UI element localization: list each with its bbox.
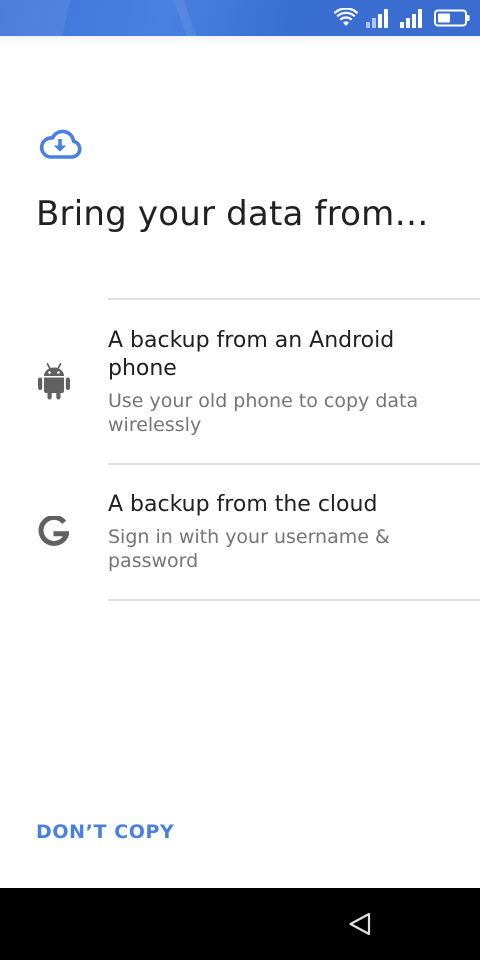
- status-icons: [334, 7, 470, 29]
- option-subtitle: Use your old phone to copy data wireless…: [108, 390, 419, 436]
- divider: [108, 599, 480, 601]
- dont-copy-button[interactable]: DON’T COPY: [36, 821, 174, 843]
- battery-icon: [434, 9, 470, 27]
- cloud-download-icon: [39, 129, 82, 159]
- signal-sim1-icon: [366, 9, 388, 28]
- option-cloud-backup[interactable]: A backup from the cloud Sign in with you…: [0, 465, 480, 599]
- option-title: A backup from an Android phone: [108, 328, 395, 381]
- page-title: Bring your data from…: [36, 194, 429, 234]
- status-bar-shadow: [0, 36, 480, 46]
- back-triangle-icon[interactable]: [342, 908, 378, 940]
- android-icon: [38, 363, 70, 400]
- option-title: A backup from the cloud: [108, 492, 378, 517]
- option-android-backup[interactable]: A backup from an Android phone Use your …: [0, 300, 480, 463]
- signal-sim2-icon: [400, 9, 422, 28]
- wifi-icon: [334, 8, 358, 26]
- status-bar: [0, 0, 480, 36]
- navigation-bar: [0, 888, 480, 960]
- google-icon: [38, 516, 69, 546]
- option-subtitle: Sign in with your username & password: [108, 526, 390, 572]
